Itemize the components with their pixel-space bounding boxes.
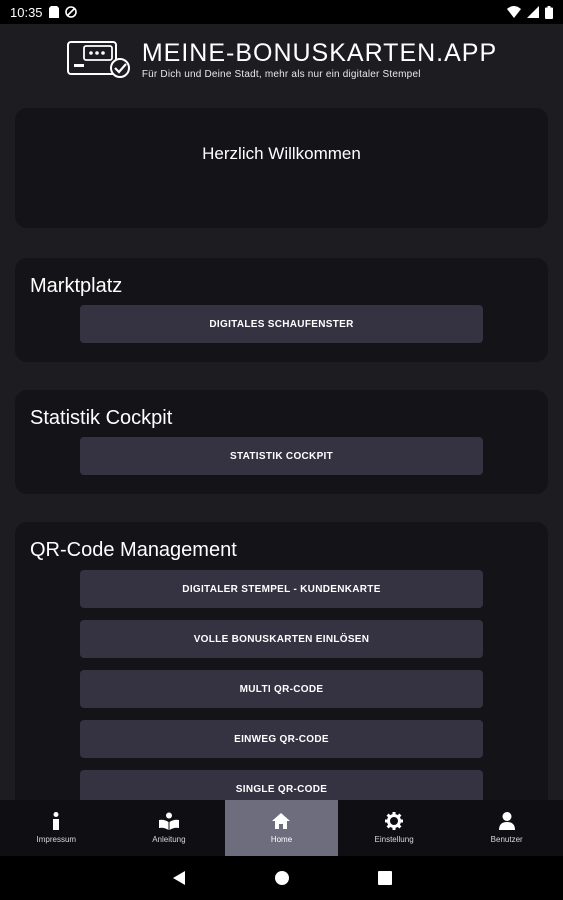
- bottom-navigation: Impressum Anleitung Home Einstellung Ben…: [0, 800, 563, 856]
- nav-impressum[interactable]: Impressum: [0, 800, 113, 856]
- battery-icon: [545, 5, 553, 19]
- welcome-card: Herzlich Willkommen: [15, 108, 548, 228]
- home-icon: [272, 813, 291, 829]
- nav-label: Einstellung: [374, 835, 414, 844]
- statistik-title: Statistik Cockpit: [30, 407, 173, 429]
- no-location-icon: [64, 6, 77, 18]
- status-bar: 10:35: [0, 0, 563, 24]
- brand-name: MEINE-BONUSKARTEN.APP: [141, 38, 498, 67]
- back-icon[interactable]: [172, 870, 186, 886]
- user-icon: [498, 812, 515, 830]
- welcome-text: Herzlich Willkommen: [202, 144, 361, 163]
- nav-label: Benutzer: [490, 835, 523, 844]
- marktplatz-card: Marktplatz DIGITALES SCHAUFENSTER: [15, 258, 548, 362]
- signal-icon: [527, 6, 539, 18]
- nav-label: Anleitung: [152, 835, 186, 844]
- wifi-icon: [507, 6, 521, 18]
- qr-management-card: QR-Code Management DIGITALER STEMPEL - K…: [15, 522, 548, 800]
- status-time: 10:35: [10, 4, 43, 20]
- nav-anleitung[interactable]: Anleitung: [113, 800, 226, 856]
- qr-management-title: QR-Code Management: [30, 539, 237, 561]
- einweg-qr-code-button[interactable]: EINWEG QR-CODE: [80, 720, 483, 758]
- app-header: MEINE-BONUSKARTEN.APP Für Dich und Deine…: [0, 24, 563, 94]
- nav-einstellung[interactable]: Einstellung: [338, 800, 451, 856]
- single-qr-code-button[interactable]: SINGLE QR-CODE: [80, 770, 483, 800]
- sd-card-icon: [48, 6, 59, 18]
- nav-home[interactable]: Home: [225, 800, 338, 856]
- digitales-schaufenster-button[interactable]: DIGITALES SCHAUFENSTER: [80, 305, 483, 343]
- multi-qr-code-button[interactable]: MULTI QR-CODE: [80, 670, 483, 708]
- bonus-card-logo-icon: [66, 41, 130, 78]
- home-circle-icon[interactable]: [274, 870, 290, 886]
- statistik-card: Statistik Cockpit STATISTIK COCKPIT: [15, 390, 548, 494]
- nav-label: Impressum: [36, 835, 77, 844]
- brand-tagline: Für Dich und Deine Stadt, mehr als nur e…: [141, 68, 421, 80]
- recents-icon[interactable]: [377, 871, 392, 885]
- system-navigation-bar: [0, 856, 563, 900]
- nav-benutzer[interactable]: Benutzer: [450, 800, 563, 856]
- nav-label: Home: [270, 835, 293, 844]
- marktplatz-title: Marktplatz: [30, 275, 123, 297]
- main-content[interactable]: Herzlich Willkommen Marktplatz DIGITALES…: [0, 94, 563, 800]
- bonuskarten-einloesen-button[interactable]: VOLLE BONUSKARTEN EINLÖSEN: [80, 620, 483, 658]
- gear-icon: [385, 812, 404, 830]
- statistik-cockpit-button[interactable]: STATISTIK COCKPIT: [80, 437, 483, 475]
- book-icon: [158, 812, 179, 830]
- info-icon: [53, 812, 60, 830]
- digitaler-stempel-button[interactable]: DIGITALER STEMPEL - KUNDENKARTE: [80, 570, 483, 608]
